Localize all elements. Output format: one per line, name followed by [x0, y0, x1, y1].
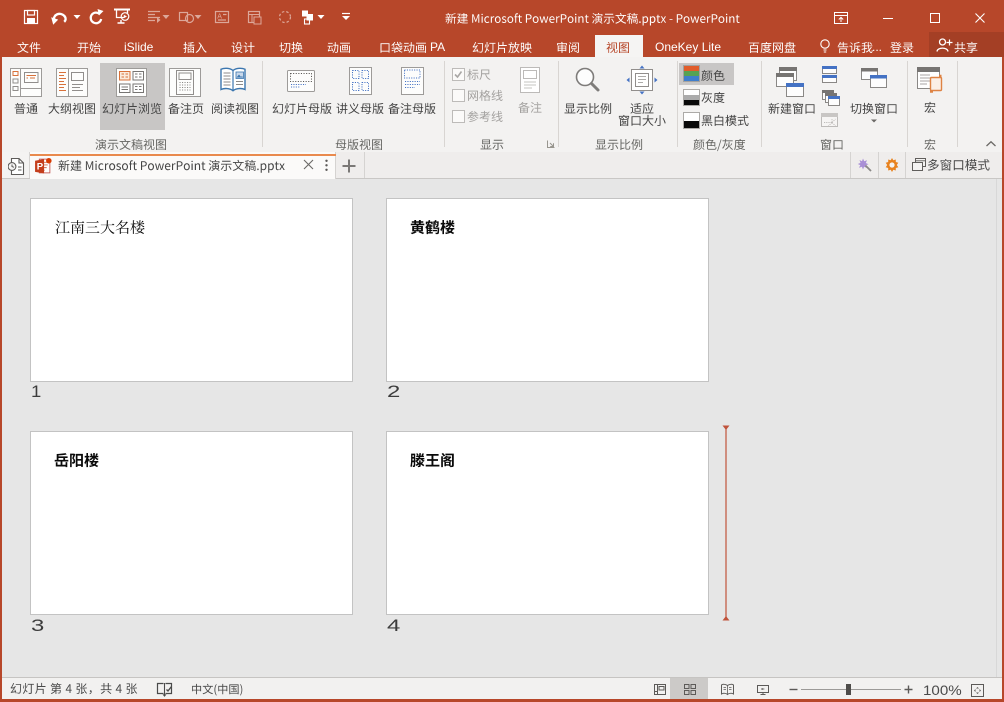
svg-text:P: P	[37, 161, 44, 172]
